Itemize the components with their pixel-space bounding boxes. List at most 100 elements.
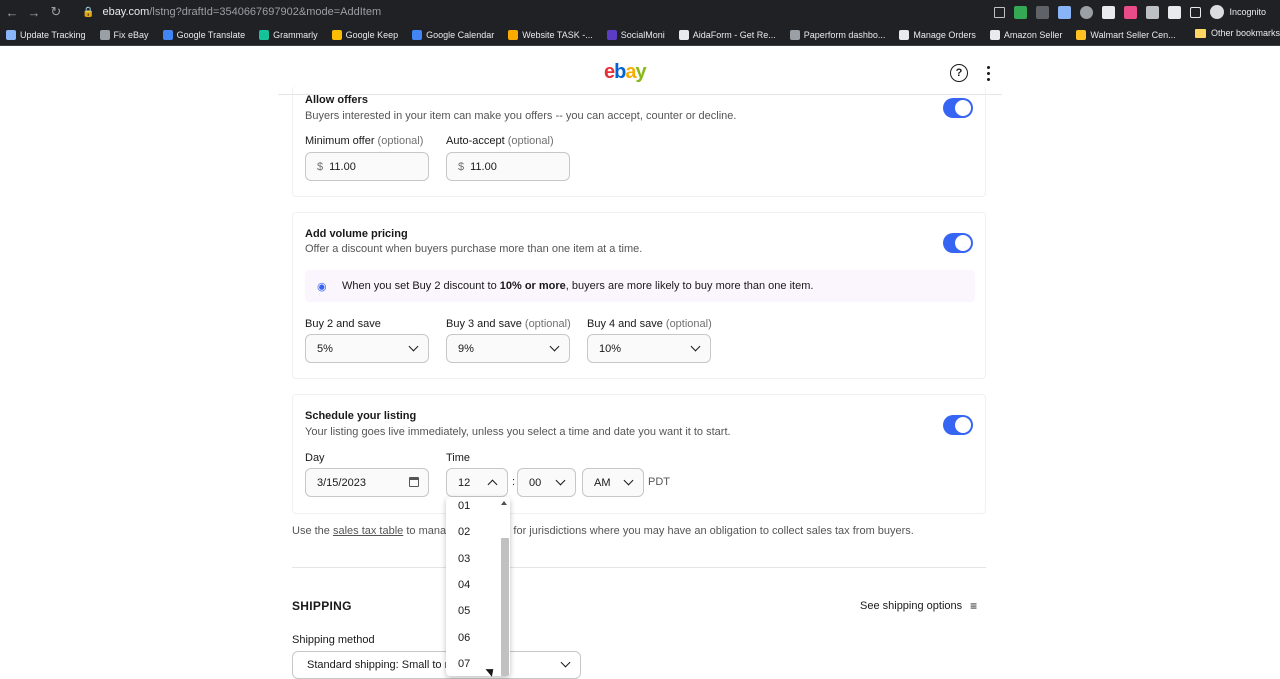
extensions-puzzle-icon[interactable] bbox=[1168, 5, 1182, 19]
buy2-select[interactable]: 5% bbox=[305, 334, 429, 363]
sales-tax-note: Use the sales tax table to manag e for ju… bbox=[292, 525, 914, 537]
address-bar[interactable]: 🔒 ebay.com/lstng?draftId=3540667697902&m… bbox=[72, 2, 992, 22]
star-icon[interactable] bbox=[994, 6, 1006, 18]
volume-pricing-section: Add volume pricing Offer a discount when… bbox=[292, 212, 986, 379]
help-icon[interactable]: ? bbox=[950, 64, 968, 82]
bookmark-item[interactable]: Walmart Seller Cen... bbox=[1076, 29, 1176, 40]
bookmark-item[interactable]: Grammarly bbox=[259, 29, 318, 40]
bookmark-item[interactable]: Website TASK -... bbox=[508, 29, 593, 40]
hour-option[interactable]: 05 bbox=[458, 605, 470, 617]
forward-icon[interactable]: → bbox=[22, 0, 46, 24]
timezone-label: PDT bbox=[648, 476, 670, 488]
other-bookmarks-folder[interactable]: Other bookmarks bbox=[1194, 28, 1280, 38]
bookmark-label: Update Tracking bbox=[20, 29, 86, 40]
bookmark-favicon-icon bbox=[99, 29, 110, 40]
bookmark-favicon-icon bbox=[259, 29, 270, 40]
bookmark-label: Google Calendar bbox=[426, 29, 495, 40]
tip-text: When you set Buy 2 discount to 10% or mo… bbox=[342, 280, 814, 292]
volume-pricing-toggle[interactable] bbox=[943, 233, 973, 253]
back-icon[interactable]: ← bbox=[0, 0, 24, 24]
bookmark-label: Fix eBay bbox=[113, 29, 149, 40]
bookmark-item[interactable]: Update Tracking bbox=[6, 29, 86, 40]
shipping-method-label: Shipping method bbox=[292, 634, 375, 646]
buy4-label: Buy 4 and save (optional) bbox=[587, 318, 712, 330]
min-offer-label: Minimum offer (optional) bbox=[305, 135, 424, 147]
hour-select[interactable]: 12 bbox=[446, 468, 508, 497]
schedule-listing-description: Your listing goes live immediately, unle… bbox=[305, 426, 731, 438]
extension-grid-icon[interactable] bbox=[1036, 5, 1050, 19]
auto-accept-input[interactable]: $11.00 bbox=[446, 152, 570, 181]
sidebar-icon[interactable] bbox=[1190, 6, 1202, 18]
bookmark-favicon-icon bbox=[331, 29, 342, 40]
bookmark-favicon-icon bbox=[412, 29, 423, 40]
see-shipping-options-label: See shipping options bbox=[860, 600, 963, 612]
extension-image-icon[interactable] bbox=[1058, 5, 1072, 19]
allow-offers-toggle[interactable] bbox=[943, 98, 973, 118]
bookmark-favicon-icon bbox=[899, 29, 910, 40]
chevron-down-icon bbox=[690, 341, 701, 352]
bookmark-item[interactable]: Google Keep bbox=[331, 29, 399, 40]
day-input[interactable]: 3/15/2023 bbox=[305, 468, 429, 497]
extension-plus-icon[interactable] bbox=[1124, 5, 1138, 19]
bookmark-favicon-icon bbox=[678, 29, 689, 40]
bookmark-label: SocialMoni bbox=[620, 29, 665, 40]
url-host: ebay.com bbox=[102, 6, 150, 18]
see-shipping-options-button[interactable]: See shipping options ≡ bbox=[860, 599, 977, 613]
extension-brush-icon[interactable] bbox=[1146, 5, 1160, 19]
lock-icon: 🔒 bbox=[82, 6, 95, 18]
schedule-listing-toggle[interactable] bbox=[943, 415, 973, 435]
extension-stack-icon[interactable] bbox=[1102, 5, 1116, 19]
calendar-icon[interactable] bbox=[409, 477, 419, 487]
time-separator: : bbox=[512, 476, 516, 488]
hour-option[interactable]: 01 bbox=[458, 500, 470, 512]
bookmark-item[interactable]: Manage Orders bbox=[899, 29, 976, 40]
chevron-down-icon bbox=[549, 341, 560, 352]
bookmark-label: Manage Orders bbox=[913, 29, 976, 40]
dropdown-scrollbar[interactable] bbox=[500, 497, 510, 676]
hour-option[interactable]: 02 bbox=[458, 526, 470, 538]
extension-green-icon[interactable] bbox=[1014, 5, 1028, 19]
bookmark-item[interactable]: Google Translate bbox=[162, 29, 246, 40]
bookmark-item[interactable]: AidaForm - Get Re... bbox=[678, 29, 776, 40]
bookmark-item[interactable]: SocialMoni bbox=[606, 29, 665, 40]
hour-option[interactable]: 04 bbox=[458, 579, 470, 591]
minute-select[interactable]: 00 bbox=[517, 468, 576, 497]
bookmark-item[interactable]: Paperform dashbo... bbox=[789, 29, 885, 40]
buy4-select[interactable]: 10% bbox=[587, 334, 711, 363]
auto-accept-label: Auto-accept (optional) bbox=[446, 135, 554, 147]
volume-pricing-description: Offer a discount when buyers purchase mo… bbox=[305, 243, 643, 255]
bookmark-favicon-icon bbox=[6, 29, 16, 40]
allow-offers-title: Allow offers bbox=[305, 94, 368, 106]
incognito-label: Incognito bbox=[1229, 7, 1266, 17]
bookmark-label: Walmart Seller Cen... bbox=[1090, 29, 1176, 40]
sales-tax-table-link[interactable]: sales tax table bbox=[333, 525, 403, 537]
more-options-icon[interactable] bbox=[982, 63, 994, 83]
hour-option[interactable]: 07 bbox=[458, 658, 470, 670]
min-offer-input[interactable]: $11.00 bbox=[305, 152, 429, 181]
sliders-icon: ≡ bbox=[970, 599, 978, 613]
ampm-select[interactable]: AM bbox=[582, 468, 644, 497]
hour-option[interactable]: 03 bbox=[458, 553, 470, 565]
allow-offers-description: Buyers interested in your item can make … bbox=[305, 110, 737, 122]
bookmark-item[interactable]: Fix eBay bbox=[99, 29, 149, 40]
ebay-logo[interactable]: ebay bbox=[604, 61, 647, 84]
buy3-select[interactable]: 9% bbox=[446, 334, 570, 363]
reload-icon[interactable]: ↻ bbox=[44, 0, 68, 24]
bookmark-favicon-icon bbox=[162, 29, 173, 40]
url-path: /lstng?draftId=3540667697902&mode=AddIte… bbox=[149, 6, 382, 18]
bookmark-item[interactable]: Google Calendar bbox=[412, 29, 495, 40]
incognito-badge[interactable]: Incognito bbox=[1210, 5, 1266, 19]
scroll-up-arrow-icon[interactable] bbox=[501, 501, 507, 505]
hour-option[interactable]: 06 bbox=[458, 632, 470, 644]
volume-pricing-tip: ◉ When you set Buy 2 discount to 10% or … bbox=[305, 270, 975, 302]
bookmark-item[interactable]: Amazon Seller bbox=[989, 29, 1062, 40]
section-divider bbox=[292, 567, 986, 568]
extension-shield-icon[interactable] bbox=[1080, 5, 1094, 19]
scrollbar-thumb[interactable] bbox=[501, 538, 509, 676]
shipping-method-select[interactable]: Standard shipping: Small to m bbox=[292, 651, 581, 679]
chevron-down-icon bbox=[555, 475, 566, 486]
bookmark-label: Google Translate bbox=[176, 29, 246, 40]
day-label: Day bbox=[305, 452, 325, 464]
chevron-up-icon bbox=[487, 479, 498, 490]
bookmark-label: Google Keep bbox=[345, 29, 399, 40]
